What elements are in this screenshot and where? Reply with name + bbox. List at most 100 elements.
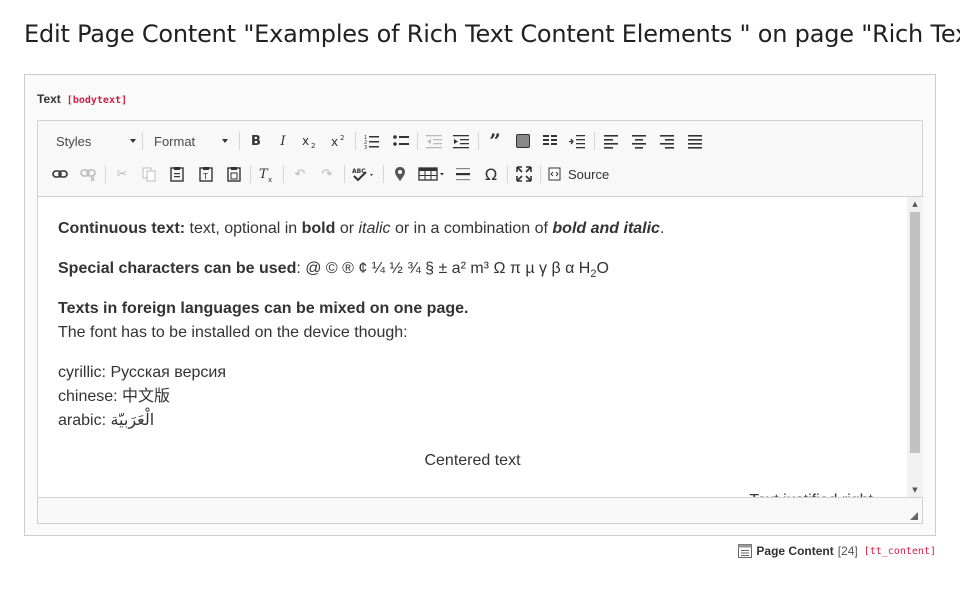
omega-icon: Ω: [484, 164, 498, 184]
scroll-up-arrow-icon[interactable]: ▲: [907, 197, 923, 211]
align-justify-button[interactable]: [683, 129, 707, 153]
source-button-label: Source: [568, 166, 610, 182]
paragraph-language-examples: cyrillic: Русская версия chinese: 中文版 arab…: [58, 361, 887, 433]
text-span: The font has to be installed on the devi…: [58, 324, 408, 341]
bulleted-list-icon: [393, 135, 409, 146]
record-info: Page Content [24] [tt_content]: [738, 544, 936, 558]
bold-italic-text: bold and italic: [552, 220, 660, 237]
link-icon: [52, 170, 68, 178]
rich-text-editor: Styles Format B I x2 x2 1 2 3 ” ✂ T T x …: [37, 120, 923, 524]
horizontal-rule-button[interactable]: [451, 162, 475, 186]
superscript-icon: x2: [331, 134, 344, 149]
undo-button[interactable]: ↶: [288, 162, 312, 186]
italic-icon: I: [280, 133, 286, 149]
paragraph-continuous-text: Continuous text: text, optional in bold …: [58, 217, 887, 241]
text-span: O: [596, 260, 609, 277]
align-justify-icon: [688, 135, 702, 149]
page-title: Edit Page Content "Examples of Rich Text…: [24, 20, 960, 48]
anchor-button[interactable]: [388, 162, 412, 186]
subscript-icon: x2: [302, 134, 315, 149]
blockquote-button[interactable]: ”: [483, 129, 507, 153]
quote-icon: ”: [489, 129, 501, 153]
copy-button[interactable]: [137, 162, 161, 186]
remove-format-icon: Tx: [259, 167, 272, 182]
div-button[interactable]: [511, 129, 535, 153]
cut-button[interactable]: ✂: [110, 162, 134, 186]
redo-icon: ↷: [321, 166, 333, 182]
superscript-button[interactable]: x2: [327, 129, 351, 153]
chevron-down-icon: [130, 139, 136, 143]
toolbar-separator: [417, 132, 418, 150]
bold-button[interactable]: B: [244, 129, 268, 153]
editor-statusbar: [38, 497, 922, 523]
align-left-button[interactable]: [599, 129, 623, 153]
record-type-label: Page Content: [756, 544, 834, 558]
cyrillic-example: cyrillic: Русская версия: [58, 364, 227, 381]
bold-text: bold: [301, 220, 336, 237]
svg-text:x: x: [331, 135, 338, 149]
paste-text-button[interactable]: T: [194, 162, 218, 186]
copy-icon: [142, 167, 156, 182]
bulleted-list-button[interactable]: [389, 129, 413, 153]
paste-word-button[interactable]: [222, 162, 246, 186]
align-center-icon: [632, 135, 646, 149]
maximize-button[interactable]: [512, 162, 536, 186]
text-span: or: [335, 220, 359, 237]
svg-text:3: 3: [364, 145, 367, 149]
page-content-icon: [738, 544, 753, 558]
toolbar-row-1: Styles Format B I x2 x2 1 2 3 ”: [38, 125, 922, 158]
link-button[interactable]: [48, 162, 72, 186]
subscript-button[interactable]: x2: [298, 129, 322, 153]
scroll-down-arrow-icon[interactable]: ▼: [907, 483, 923, 497]
form-panel: Text [bodytext] Styles Format B I x2 x 2…: [24, 74, 936, 536]
field-code: [bodytext]: [66, 95, 128, 106]
scissors-icon: ✂: [116, 166, 128, 182]
scrollbar-thumb[interactable]: [910, 212, 920, 453]
toolbar-separator: [507, 165, 508, 183]
align-right-button[interactable]: [655, 129, 679, 153]
chevron-down-icon: [222, 139, 228, 143]
field-label-text: Text: [37, 92, 61, 106]
unlink-button[interactable]: [76, 162, 100, 186]
horizontal-rule-icon: [456, 168, 470, 181]
resize-grip-icon[interactable]: [908, 510, 918, 520]
source-button[interactable]: Source: [548, 162, 609, 186]
format-dropdown[interactable]: Format: [146, 129, 234, 153]
italic-button[interactable]: I: [271, 129, 295, 153]
styles-dropdown[interactable]: Styles: [48, 129, 142, 153]
toolbar-separator: [383, 165, 384, 183]
indent-icon: [453, 135, 469, 149]
align-left-icon: [604, 135, 618, 149]
numbered-list-icon: 123: [364, 135, 379, 149]
table-icon: [418, 167, 444, 181]
field-label: Text [bodytext]: [37, 92, 127, 106]
spellcheck-dropdown[interactable]: ABC: [348, 162, 380, 186]
outdent-button[interactable]: [422, 129, 446, 153]
toolbar-separator: [540, 165, 541, 183]
remove-format-button[interactable]: Tx: [255, 162, 279, 186]
maximize-icon: [516, 166, 532, 182]
paragraph-special-characters: Special characters can be used: @ © ® ¢ …: [58, 257, 887, 281]
spellcheck-icon: ABC: [352, 168, 373, 182]
text-span: : @ © ® ¢ ¼ ½ ¾ § ± a² m³ Ω π µ γ β α H: [296, 260, 591, 277]
redo-button[interactable]: ↷: [315, 162, 339, 186]
indent-button[interactable]: [449, 129, 473, 153]
paragraph-direction-button[interactable]: [565, 129, 589, 153]
special-char-button[interactable]: Ω: [479, 162, 503, 186]
vertical-scrollbar[interactable]: ▲ ▼: [907, 197, 923, 497]
align-right-icon: [660, 135, 674, 149]
paste-button[interactable]: [165, 162, 189, 186]
columns-button[interactable]: [538, 129, 562, 153]
table-dropdown[interactable]: [415, 162, 449, 186]
svg-text:2: 2: [340, 134, 344, 142]
paragraph-foreign-languages: Texts in foreign languages can be mixed …: [58, 297, 887, 345]
styles-dropdown-label: Styles: [56, 133, 92, 149]
paste-icon: [170, 167, 184, 182]
bold-icon: B: [251, 133, 261, 149]
numbered-list-button[interactable]: 123: [360, 129, 384, 153]
label-foreign-languages: Texts in foreign languages can be mixed …: [58, 300, 469, 317]
toolbar-separator: [478, 132, 479, 150]
div-container-icon: [516, 134, 530, 148]
editor-content[interactable]: Continuous text: text, optional in bold …: [38, 197, 907, 497]
align-center-button[interactable]: [627, 129, 651, 153]
